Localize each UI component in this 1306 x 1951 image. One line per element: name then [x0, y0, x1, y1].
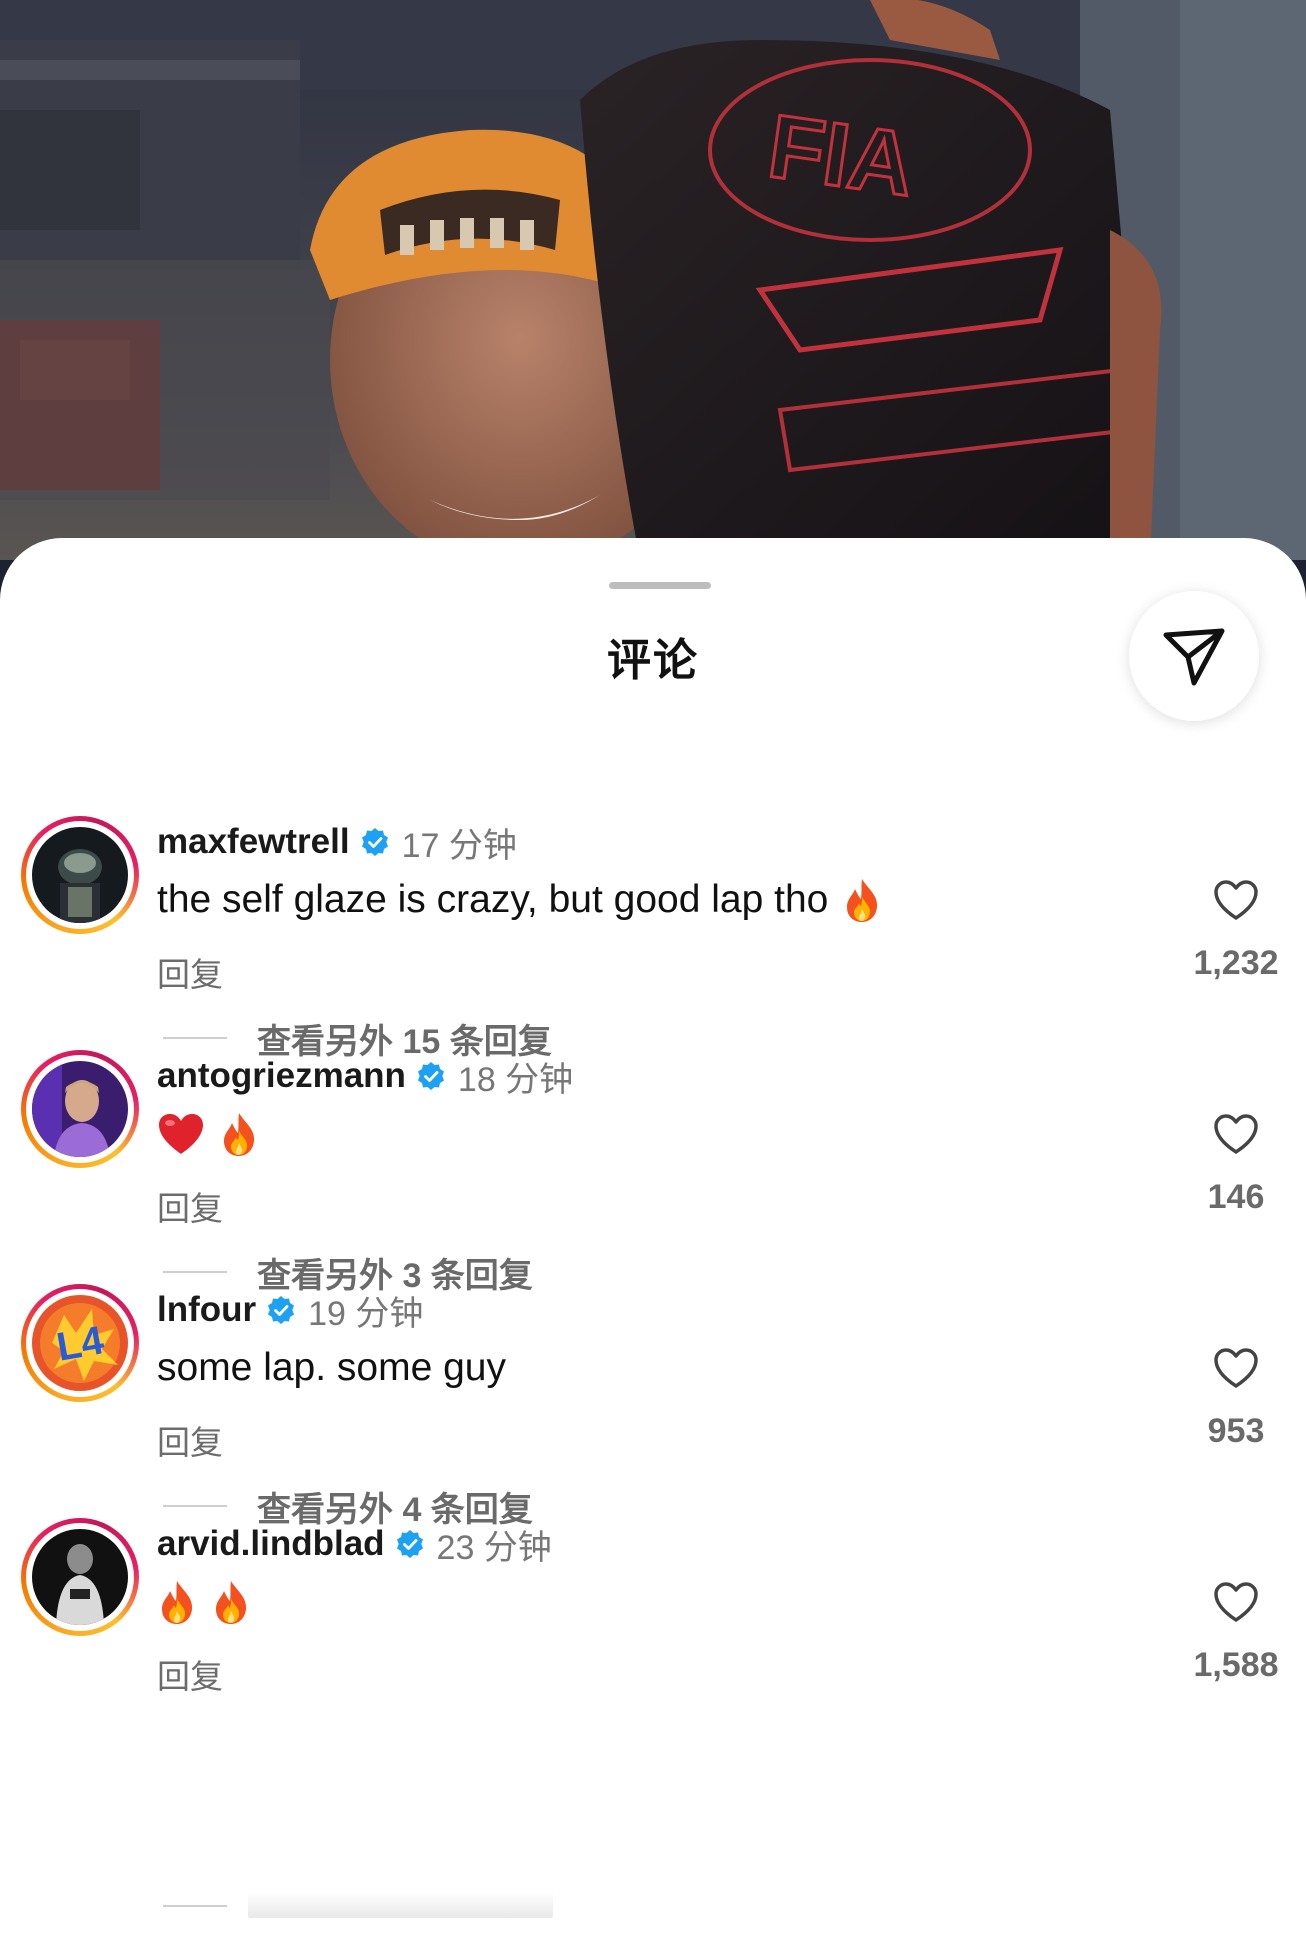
avatar-image: [32, 1061, 128, 1157]
heart-icon: [1214, 1348, 1258, 1388]
divider: [163, 1037, 227, 1039]
divider: [163, 1271, 227, 1273]
like-button[interactable]: [1210, 876, 1262, 924]
divider: [163, 1505, 227, 1507]
send-icon: [1163, 628, 1225, 686]
avatar[interactable]: [21, 1518, 139, 1636]
comment-time: 19 分钟: [308, 1294, 424, 1333]
share-button[interactable]: [1129, 591, 1259, 721]
fire-emoji-icon: [162, 1581, 193, 1624]
avatar[interactable]: L4: [21, 1284, 139, 1402]
comment-time: 18 分钟: [457, 1060, 574, 1099]
post-background-photo: FIA: [0, 0, 1306, 560]
reply-button[interactable]: 回复: [157, 1182, 223, 1230]
sheet-grabber[interactable]: [609, 582, 711, 589]
fire-emoji-icon: [847, 879, 878, 922]
heart-icon: [1214, 880, 1258, 920]
verified-badge-icon: [417, 1062, 444, 1090]
photo-scene: FIA: [0, 0, 1306, 560]
like-count: 146: [1207, 1178, 1265, 1216]
comment-username[interactable]: antogriezmann: [157, 1056, 406, 1096]
fire-emoji-icon: [216, 1581, 247, 1624]
verified-badge-icon: [268, 1296, 295, 1324]
comment-text: the self glaze is crazy, but good lap th…: [157, 878, 829, 921]
sheet-title: 评论: [607, 636, 699, 685]
avatar-image: L4: [32, 1295, 128, 1391]
comments-sheet: 评论 maxfewtrell 17 分钟 the self glaze is c…: [0, 538, 1306, 1951]
like-button[interactable]: [1210, 1344, 1262, 1392]
comment-time: 23 分钟: [436, 1528, 552, 1567]
divider: [163, 1905, 227, 1907]
cut-off-more-replies: [248, 1892, 553, 1918]
heart-icon: [1214, 1582, 1258, 1622]
heart-icon: [1214, 1114, 1258, 1154]
like-button[interactable]: [1210, 1578, 1262, 1626]
avatar-image: [32, 1529, 128, 1625]
verified-badge-icon: [396, 1530, 423, 1558]
like-button[interactable]: [1210, 1110, 1262, 1158]
avatar[interactable]: [21, 1050, 139, 1168]
comment-username[interactable]: maxfewtrell: [157, 822, 350, 862]
reply-button[interactable]: 回复: [157, 1416, 223, 1464]
like-count: 1,588: [1193, 1646, 1279, 1684]
avatar[interactable]: [21, 816, 139, 934]
fire-emoji-icon: [224, 1113, 255, 1156]
red-heart-emoji-icon: [159, 1114, 203, 1154]
reply-button[interactable]: 回复: [157, 1650, 223, 1698]
reply-button[interactable]: 回复: [157, 948, 223, 996]
like-count: 953: [1207, 1412, 1265, 1450]
comment-item: arvid.lindblad 23 分钟 回复 1,588: [0, 1518, 1306, 1808]
svg-text:L4: L4: [53, 1318, 107, 1370]
comment-username[interactable]: lnfour: [157, 1290, 256, 1330]
comment-text: some lap. some guy: [157, 1346, 507, 1389]
like-count: 1,232: [1193, 944, 1279, 982]
comment-username[interactable]: arvid.lindblad: [157, 1524, 385, 1564]
avatar-image: [32, 827, 128, 923]
verified-badge-icon: [361, 828, 388, 856]
comment-time: 17 分钟: [401, 826, 517, 865]
svg-text:FIA: FIA: [763, 96, 920, 215]
